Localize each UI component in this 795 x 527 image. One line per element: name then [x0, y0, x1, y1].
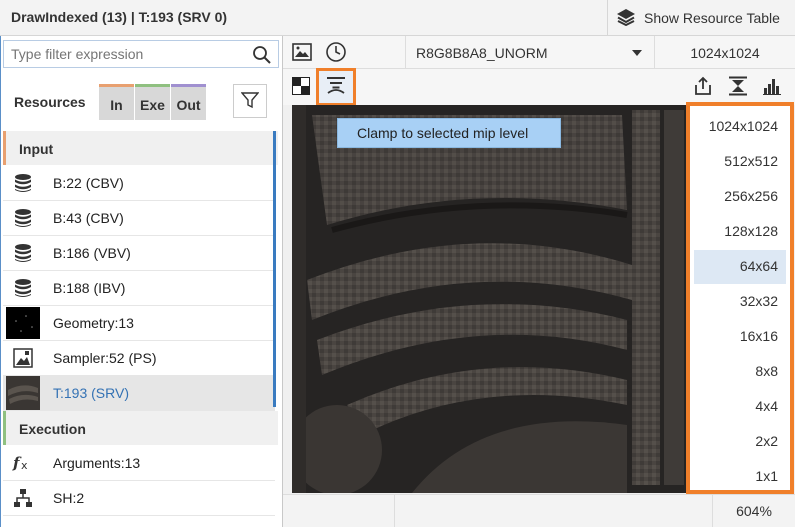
buffer-icon — [5, 166, 41, 200]
buffer-icon — [5, 201, 41, 235]
tab-exe[interactable]: Exe — [135, 84, 170, 120]
search-icon[interactable] — [252, 45, 272, 68]
input-item[interactable]: B:188 (IBV) — [3, 271, 275, 306]
svg-text:x: x — [21, 459, 28, 472]
flip-vertical-icon — [728, 76, 748, 99]
input-item[interactable]: T:193 (SRV) — [3, 376, 275, 411]
mip-clamp-icon — [325, 76, 347, 99]
status-divider — [394, 494, 395, 527]
shader-hierarchy-icon — [5, 481, 41, 515]
mip-level-item[interactable]: 8x8 — [694, 355, 786, 389]
clamp-mip-button[interactable] — [316, 68, 356, 106]
mip-level-item[interactable]: 256x256 — [694, 180, 786, 214]
function-icon: fx — [5, 446, 41, 480]
mip-level-item[interactable]: 128x128 — [694, 215, 786, 249]
section-execution[interactable]: Execution — [3, 411, 278, 445]
input-item[interactable]: Geometry:13 — [3, 306, 275, 341]
texture-image — [292, 105, 686, 493]
texture-toolbar-bottom — [283, 69, 795, 105]
image-view-button[interactable] — [287, 38, 317, 68]
mip-level-item[interactable]: 2x2 — [694, 425, 786, 459]
texture-size: 1024x1024 — [690, 44, 760, 61]
mip-level-item[interactable]: 64x64 — [694, 250, 786, 284]
tooltip: Clamp to selected mip level — [337, 118, 561, 148]
mip-level-item[interactable]: 512x512 — [694, 145, 786, 179]
show-resource-table-label: Show Resource Table — [644, 10, 780, 26]
input-item-label: B:186 (VBV) — [53, 245, 131, 261]
flip-button[interactable] — [723, 72, 753, 102]
input-item[interactable]: B:43 (CBV) — [3, 201, 275, 236]
histogram-icon — [762, 76, 782, 99]
chevron-down-icon — [632, 50, 642, 56]
input-item-label: Sampler:52 (PS) — [53, 350, 157, 366]
execution-item-label: Arguments:13 — [53, 455, 141, 471]
image-icon — [292, 42, 312, 64]
input-item[interactable]: Sampler:52 (PS) — [3, 341, 275, 376]
buffer-icon — [5, 236, 41, 270]
mip-level-item[interactable]: 1x1 — [694, 460, 786, 494]
input-item-label: Geometry:13 — [53, 315, 134, 331]
filter-input[interactable] — [4, 41, 234, 67]
histogram-button[interactable] — [757, 72, 787, 102]
mip-level-item[interactable]: 1024x1024 — [694, 110, 786, 144]
tab-out[interactable]: Out — [171, 84, 206, 120]
mip-level-item[interactable]: 32x32 — [694, 285, 786, 319]
input-item[interactable]: B:22 (CBV) — [3, 166, 275, 201]
format-value: R8G8B8A8_UNORM — [416, 44, 548, 61]
geometry-thumbnail-icon — [5, 306, 41, 340]
zoom-level: 604% — [712, 494, 795, 527]
mip-level-item[interactable]: 4x4 — [694, 390, 786, 424]
clock-icon — [325, 41, 347, 66]
mip-level-list: 1024x1024 512x512 256x256 128x128 64x64 32x32… — [686, 102, 794, 494]
export-button[interactable] — [688, 72, 718, 102]
buffer-icon — [5, 271, 41, 305]
sampler-icon — [5, 341, 41, 375]
export-icon — [693, 76, 713, 99]
show-resource-table-button[interactable]: Show Resource Table — [607, 0, 795, 36]
left-panel-scrollbar[interactable] — [273, 131, 276, 407]
resources-label: Resources — [14, 94, 86, 110]
input-item-label: B:22 (CBV) — [53, 175, 124, 191]
checkerboard-button[interactable] — [286, 72, 316, 102]
execution-item[interactable]: SH:2 — [3, 481, 275, 516]
texture-preview[interactable] — [292, 105, 686, 493]
tab-in[interactable]: In — [99, 84, 134, 120]
filter-button[interactable] — [233, 84, 267, 118]
texture-thumbnail-icon — [5, 376, 41, 410]
input-item[interactable]: B:186 (VBV) — [3, 236, 275, 271]
section-input[interactable]: Input — [3, 131, 278, 165]
window-title: DrawIndexed (13) | T:193 (SRV 0) — [11, 9, 228, 25]
layers-icon — [616, 8, 636, 29]
execution-item-label: SH:2 — [53, 490, 85, 506]
checkerboard-icon — [292, 76, 310, 98]
input-item-label: T:193 (SRV) — [53, 385, 129, 401]
funnel-icon — [240, 91, 260, 112]
input-item-label: B:188 (IBV) — [53, 280, 126, 296]
filter-box — [3, 40, 279, 68]
input-item-label: B:43 (CBV) — [53, 210, 124, 226]
format-dropdown[interactable]: R8G8B8A8_UNORM — [405, 36, 655, 69]
history-button[interactable] — [321, 38, 351, 68]
mip-level-item[interactable]: 16x16 — [694, 320, 786, 354]
execution-item[interactable]: f x Arguments:13 — [3, 446, 275, 481]
